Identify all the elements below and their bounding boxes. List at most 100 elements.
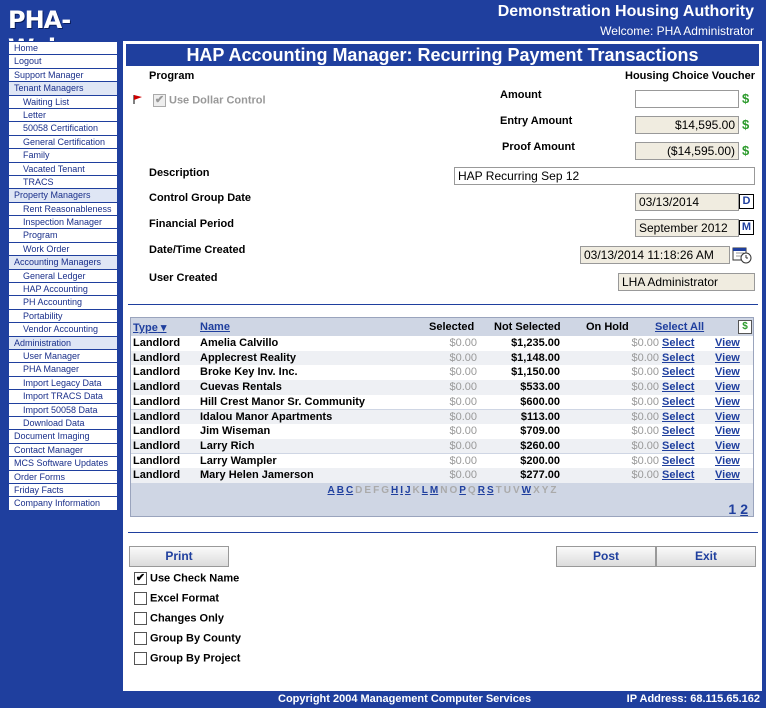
sidebar-item-support-manager[interactable]: Support Manager: [9, 69, 117, 83]
row-view-link[interactable]: View: [715, 352, 740, 364]
row-select-link[interactable]: Select: [662, 337, 694, 349]
row-view-link[interactable]: View: [715, 366, 740, 378]
row-view-link[interactable]: View: [715, 425, 740, 437]
row-view-link[interactable]: View: [715, 440, 740, 452]
sidebar-item-work-order[interactable]: Work Order: [9, 243, 117, 257]
sidebar-item-vacated-tenant[interactable]: Vacated Tenant: [9, 163, 117, 176]
row-select-link[interactable]: Select: [662, 381, 694, 393]
alpha-filter-a[interactable]: A: [327, 485, 334, 496]
row-view-link[interactable]: View: [715, 337, 740, 349]
option-use-check-name-checkbox[interactable]: ✔ Use Check Name: [134, 572, 239, 586]
row-select-link[interactable]: Select: [662, 352, 694, 364]
sidebar-item-family[interactable]: Family: [9, 149, 117, 163]
alphabet-filter: ABCDEFGHIJKLMNOPQRSTUVWXYZ: [131, 485, 753, 496]
row-select-link[interactable]: Select: [662, 366, 694, 378]
alpha-filter-s[interactable]: S: [487, 485, 494, 496]
row-select-link[interactable]: Select: [662, 425, 694, 437]
alpha-filter-i[interactable]: I: [400, 485, 403, 496]
page-link-1[interactable]: 1: [728, 501, 736, 517]
alpha-filter-f: F: [373, 485, 380, 496]
select-all-link[interactable]: Select All: [655, 321, 704, 333]
sidebar-item-company-information[interactable]: Company Information: [9, 497, 117, 511]
sidebar-item-download-data[interactable]: Download Data: [9, 417, 117, 431]
alpha-filter-h[interactable]: H: [391, 485, 398, 496]
divider: [128, 304, 758, 305]
alpha-filter-c[interactable]: C: [346, 485, 353, 496]
option-excel-format-checkbox[interactable]: Excel Format: [134, 592, 219, 606]
proof-amount-dollar-icon[interactable]: $: [742, 143, 749, 158]
sidebar-item-rent-reasonableness[interactable]: Rent Reasonableness: [9, 203, 117, 217]
row-select-link[interactable]: Select: [662, 440, 694, 452]
sidebar-item-friday-facts[interactable]: Friday Facts: [9, 484, 117, 498]
page-link-2[interactable]: 2: [740, 501, 748, 517]
alpha-filter-j[interactable]: J: [405, 485, 411, 496]
row-select-link[interactable]: Select: [662, 455, 694, 467]
row-view-link[interactable]: View: [715, 455, 740, 467]
sidebar-item-import-50058-data[interactable]: Import 50058 Data: [9, 404, 117, 417]
sidebar-item-order-forms[interactable]: Order Forms: [9, 471, 117, 484]
alpha-filter-w[interactable]: W: [522, 485, 531, 496]
sidebar-item-general-ledger[interactable]: General Ledger: [9, 270, 117, 284]
date-time-created-field: 03/13/2014 11:18:26 AM: [580, 246, 730, 264]
sidebar-item-mcs-software-updates[interactable]: MCS Software Updates: [9, 457, 117, 471]
row-view-link[interactable]: View: [715, 469, 740, 481]
sidebar-item-tenant-managers[interactable]: Tenant Managers: [9, 82, 117, 96]
type-column-header[interactable]: Type ▾: [133, 321, 166, 334]
sidebar-item-document-imaging[interactable]: Document Imaging: [9, 430, 117, 444]
sidebar-item-import-tracs-data[interactable]: Import TRACS Data: [9, 390, 117, 404]
alpha-filter-p[interactable]: P: [459, 485, 466, 496]
sidebar-item-logout[interactable]: Logout: [9, 55, 117, 69]
sidebar-item-50058-certification[interactable]: 50058 Certification: [9, 122, 117, 136]
print-button[interactable]: Print: [129, 546, 229, 567]
sidebar-item-accounting-managers[interactable]: Accounting Managers: [9, 256, 117, 270]
sidebar-item-home[interactable]: Home: [9, 42, 117, 56]
alpha-filter-r[interactable]: R: [478, 485, 485, 496]
description-input[interactable]: HAP Recurring Sep 12: [454, 167, 755, 185]
option-group-by-project-checkbox[interactable]: Group By Project: [134, 652, 240, 666]
sidebar-item-hap-accounting[interactable]: HAP Accounting: [9, 283, 117, 297]
row-view-link[interactable]: View: [715, 411, 740, 423]
sidebar-item-general-certification[interactable]: General Certification: [9, 136, 117, 150]
calendar-clock-icon[interactable]: [732, 246, 752, 267]
sidebar-item-contact-manager[interactable]: Contact Manager: [9, 444, 117, 458]
sidebar-item-program[interactable]: Program: [9, 229, 117, 243]
row-select-link[interactable]: Select: [662, 411, 694, 423]
row-selected: $0.00: [449, 425, 477, 438]
row-view-link[interactable]: View: [715, 396, 740, 408]
financial-period-input[interactable]: September 2012: [635, 219, 739, 237]
sidebar-item-property-managers[interactable]: Property Managers: [9, 189, 117, 203]
refresh-dollar-icon[interactable]: $: [738, 320, 752, 334]
sidebar-item-import-legacy-data[interactable]: Import Legacy Data: [9, 377, 117, 391]
option-group-by-county-checkbox[interactable]: Group By County: [134, 632, 241, 646]
month-picker-button[interactable]: M: [739, 220, 754, 235]
row-select-link[interactable]: Select: [662, 469, 694, 481]
control-group-date-input[interactable]: 03/13/2014: [635, 193, 739, 211]
post-button[interactable]: Post: [556, 546, 656, 567]
use-dollar-control-checkbox[interactable]: ✔ Use Dollar Control: [153, 94, 266, 107]
date-picker-button[interactable]: D: [739, 194, 754, 209]
alpha-filter-b[interactable]: B: [337, 485, 344, 496]
program-value: Housing Choice Voucher: [625, 70, 755, 82]
sidebar-item-inspection-manager[interactable]: Inspection Manager: [9, 216, 117, 230]
option-changes-only-checkbox[interactable]: Changes Only: [134, 612, 224, 626]
sidebar-item-waiting-list[interactable]: Waiting List: [9, 96, 117, 109]
welcome-text: Welcome: PHA Administrator: [600, 24, 754, 38]
sidebar-item-letter[interactable]: Letter: [9, 109, 117, 123]
amount-input[interactable]: [635, 90, 739, 108]
amount-dollar-icon[interactable]: $: [742, 91, 749, 106]
sidebar-item-tracs[interactable]: TRACS: [9, 176, 117, 190]
row-name: Cuevas Rentals: [200, 381, 282, 394]
exit-button[interactable]: Exit: [656, 546, 756, 567]
sidebar-item-administration[interactable]: Administration: [9, 336, 117, 350]
row-select-link[interactable]: Select: [662, 396, 694, 408]
entry-amount-dollar-icon[interactable]: $: [742, 117, 749, 132]
sidebar-item-portability[interactable]: Portability: [9, 310, 117, 324]
sidebar-item-ph-accounting[interactable]: PH Accounting: [9, 296, 117, 310]
alpha-filter-l[interactable]: L: [422, 485, 428, 496]
row-view-link[interactable]: View: [715, 381, 740, 393]
name-column-header[interactable]: Name: [200, 321, 230, 333]
alpha-filter-m[interactable]: M: [430, 485, 438, 496]
sidebar-item-user-manager[interactable]: User Manager: [9, 350, 117, 364]
sidebar-item-pha-manager[interactable]: PHA Manager: [9, 363, 117, 377]
sidebar-item-vendor-accounting[interactable]: Vendor Accounting: [9, 323, 117, 337]
